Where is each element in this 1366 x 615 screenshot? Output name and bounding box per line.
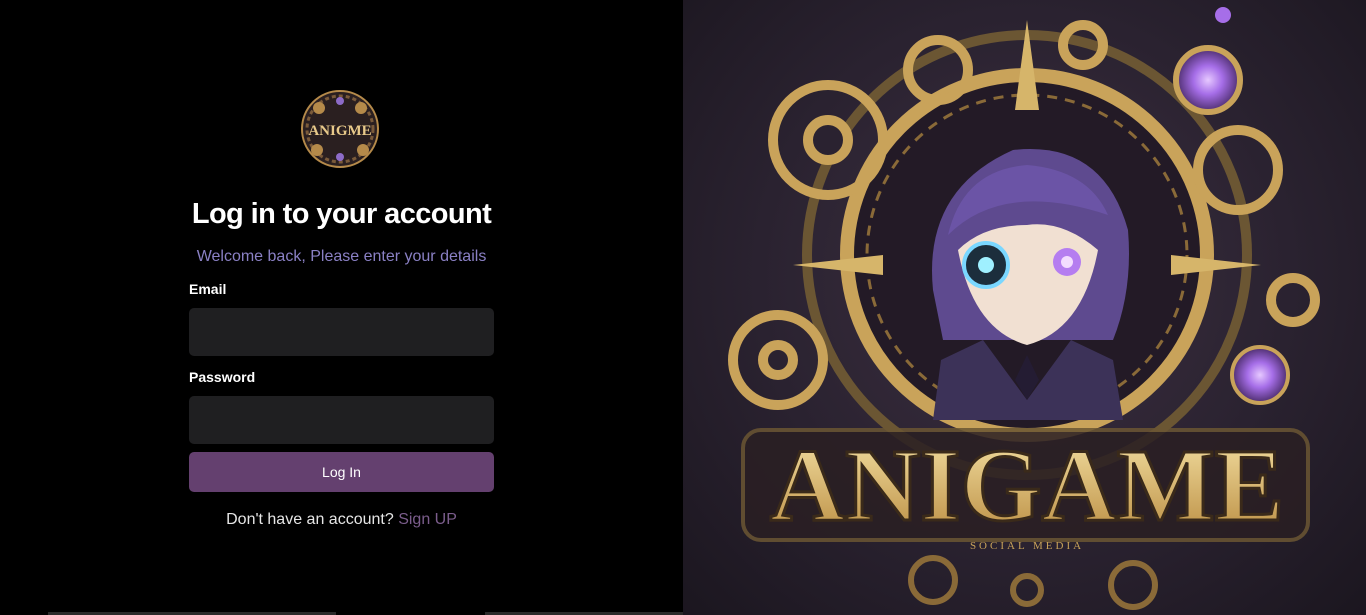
no-account-text: Don't have an account? bbox=[226, 511, 394, 528]
login-button[interactable]: Log In bbox=[189, 452, 494, 492]
svg-text:ANIGME: ANIGME bbox=[308, 123, 371, 139]
hero-title: ANIGAME bbox=[770, 428, 1284, 543]
page-title: Log in to your account bbox=[191, 198, 492, 230]
purple-orb-icon bbox=[1230, 345, 1290, 405]
anigame-logo: ANIGME bbox=[301, 90, 379, 168]
purple-orb-icon bbox=[1173, 45, 1243, 115]
hero-illustration: ANIGAME SOCIAL MEDIA bbox=[728, 7, 1320, 610]
password-field[interactable] bbox=[189, 396, 494, 444]
signup-prompt: Don't have an account? Sign UP bbox=[0, 511, 683, 529]
login-panel: ANIGME Log in to your account Welcome ba… bbox=[0, 0, 683, 615]
hero-tagline: SOCIAL MEDIA bbox=[970, 540, 1084, 552]
email-label: Email bbox=[189, 281, 227, 297]
character-icon bbox=[932, 149, 1129, 420]
page-subtitle: Welcome back, Please enter your details bbox=[196, 248, 487, 265]
password-label: Password bbox=[189, 369, 256, 385]
signup-link[interactable]: Sign UP bbox=[398, 511, 457, 528]
hero-panel: ANIGAME SOCIAL MEDIA bbox=[683, 0, 1366, 615]
email-field[interactable] bbox=[189, 308, 494, 356]
